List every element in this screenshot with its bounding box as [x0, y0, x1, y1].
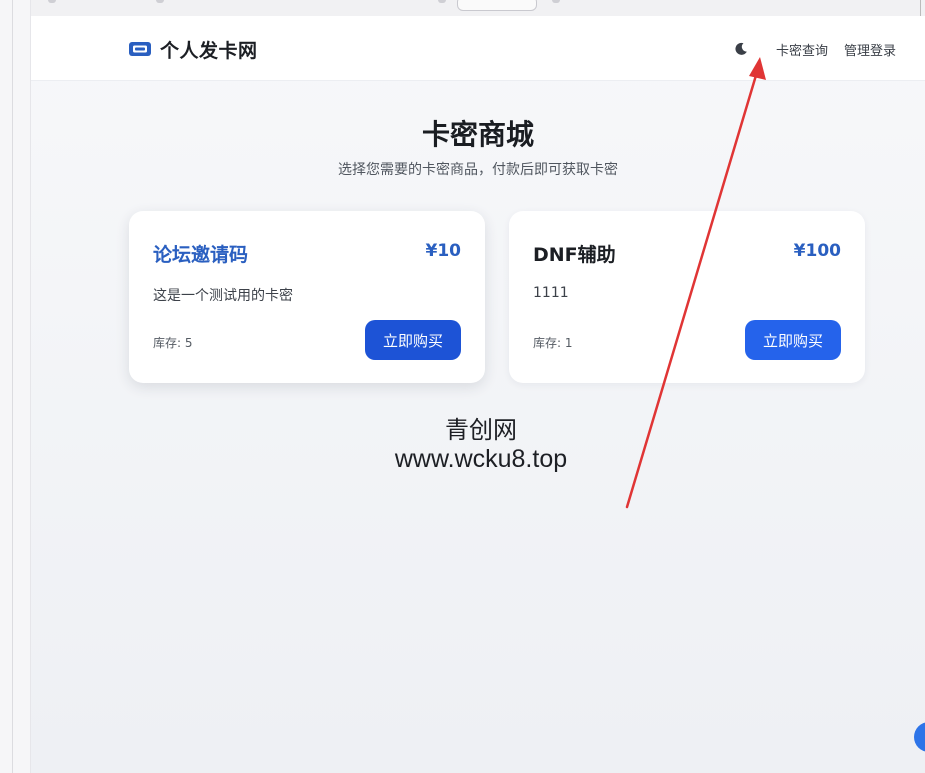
product-name: DNF辅助	[533, 244, 616, 266]
product-card: 论坛邀请码 ¥10 这是一个测试用的卡密 库存: 5 立即购买	[129, 211, 485, 383]
watermark-name: 青创网	[445, 416, 517, 444]
left-rail	[0, 0, 31, 773]
product-stock: 库存: 5	[153, 336, 193, 350]
navbar: 个人发卡网 卡密查询 管理登录	[31, 16, 925, 81]
brand[interactable]: 个人发卡网	[128, 36, 258, 62]
nav-actions: 卡密查询 管理登录	[734, 38, 896, 60]
product-stock: 库存: 1	[533, 336, 573, 350]
moon-icon[interactable]	[734, 42, 748, 56]
buy-button[interactable]: 立即购买	[365, 320, 461, 360]
divider	[920, 0, 921, 16]
toolbar-field[interactable]	[457, 0, 537, 11]
page: 个人发卡网 卡密查询 管理登录 卡密商城 选择您需要的卡密商品，付款后即可获取卡…	[31, 16, 925, 773]
browser-top-strip	[0, 0, 925, 16]
product-description: 1111	[533, 285, 569, 301]
toolbar-dot	[552, 0, 560, 3]
page-title: 卡密商城	[421, 118, 534, 151]
toolbar-dot	[438, 0, 446, 3]
toolbar-dot	[48, 0, 56, 3]
brand-name: 个人发卡网	[160, 39, 258, 62]
nav-link-card-query[interactable]: 卡密查询	[776, 40, 828, 59]
toolbar-dot	[156, 0, 164, 3]
watermark-url: www.wcku8.top	[394, 445, 568, 473]
page-subtitle: 选择您需要的卡密商品，付款后即可获取卡密	[338, 162, 618, 178]
product-description: 这是一个测试用的卡密	[153, 288, 293, 304]
divider	[12, 0, 13, 773]
ticket-icon	[129, 42, 151, 56]
product-card: DNF辅助 ¥100 1111 库存: 1 立即购买	[509, 211, 865, 383]
product-price: ¥10	[425, 241, 462, 261]
nav-link-admin-login[interactable]: 管理登录	[844, 40, 896, 59]
buy-button[interactable]: 立即购买	[745, 320, 841, 360]
product-name: 论坛邀请码	[153, 244, 249, 266]
product-price: ¥100	[793, 241, 841, 261]
